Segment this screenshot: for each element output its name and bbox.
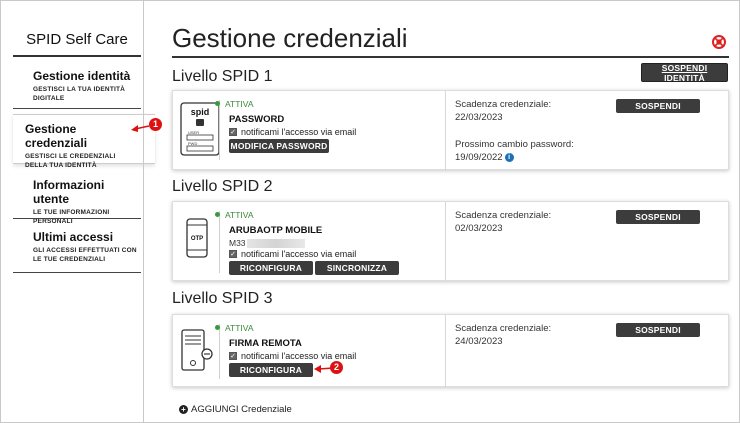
sidebar-divider: [13, 272, 141, 273]
password-change-date-row: 19/09/2022 i: [455, 151, 514, 164]
notify-checkbox-row[interactable]: ✓ notificami l'accesso via email: [229, 351, 356, 361]
sidebar-border: [143, 1, 144, 423]
status-text: ATTIVA: [225, 210, 254, 220]
level-2-title: Livello SPID 2: [172, 178, 273, 195]
checkbox-checked-icon[interactable]: ✓: [229, 352, 237, 360]
credential-id-prefix: M33: [229, 238, 246, 248]
callout-badge-2: 2: [330, 361, 343, 374]
card-divider: [445, 315, 446, 388]
sidebar-item-label: Gestione identità: [33, 69, 131, 83]
checkbox-checked-icon[interactable]: ✓: [229, 128, 237, 136]
sidebar-item-sub: GESTISCI LE CREDENZIALI DELLA TUA IDENTI…: [25, 153, 116, 169]
expiry-date: 24/03/2023: [455, 336, 503, 347]
suspend-identity-button[interactable]: SOSPENDI IDENTITÀ: [641, 63, 728, 83]
notify-label: notificami l'accesso via email: [241, 127, 357, 137]
sidebar-divider: [13, 218, 141, 219]
credential-name: ARUBAOTP MOBILE: [229, 225, 323, 236]
sidebar-item-sub: GLI ACCESSI EFFETTUATI CON LE TUE CREDEN…: [33, 247, 137, 263]
sidebar-item-gestione-credenziali[interactable]: Gestione credenziali GESTISCI LE CREDENZ…: [25, 122, 133, 170]
suspend-button[interactable]: SOSPENDI: [616, 210, 700, 224]
status-badge: ATTIVA: [215, 99, 254, 109]
info-icon[interactable]: i: [504, 152, 514, 162]
credential-id-row: M33: [229, 238, 305, 249]
sidebar-item-label: Informazioni utente: [33, 178, 105, 206]
sidebar-item-sub: LE TUE INFORMAZIONI PERSONALI: [33, 209, 110, 225]
sidebar-item-ultimi-accessi[interactable]: Ultimi accessi GLI ACCESSI EFFETTUATI CO…: [33, 230, 141, 264]
expiry-label: Scadenza credenziale:: [455, 323, 552, 334]
sidebar-top-rule: [13, 55, 141, 57]
expiry-date: 22/03/2023: [455, 112, 503, 123]
page-title: Gestione credenziali: [172, 23, 408, 53]
status-badge: ATTIVA: [215, 210, 254, 220]
level-1-title: Livello SPID 1: [172, 68, 273, 85]
plus-icon: +: [179, 405, 188, 414]
level-3-title: Livello SPID 3: [172, 290, 273, 307]
expiry-label: Scadenza credenziale:: [455, 210, 552, 221]
suspend-button[interactable]: SOSPENDI: [616, 323, 700, 337]
credential-card-otp: OTP ATTIVA ARUBAOTP MOBILE M33 ✓ notific…: [172, 201, 729, 282]
remote-signature-icon: [181, 329, 213, 371]
add-credential-label: AGGIUNGI Credenziale: [191, 404, 292, 415]
svg-text:PWD: PWD: [188, 141, 197, 146]
svg-text:spid: spid: [191, 107, 210, 117]
notify-checkbox-row[interactable]: ✓ notificami l'accesso via email: [229, 249, 356, 259]
sidebar: SPID Self Care Gestione identità GESTISC…: [13, 1, 155, 423]
suspend-button[interactable]: SOSPENDI: [616, 99, 700, 113]
title-rule: [172, 56, 729, 58]
status-text: ATTIVA: [225, 323, 254, 333]
svg-text:OTP: OTP: [191, 236, 203, 242]
app-window: SPID Self Care Gestione identità GESTISC…: [0, 0, 740, 423]
status-dot-icon: [215, 325, 220, 331]
password-change-label: Prossimo cambio password:: [455, 139, 574, 150]
spid-password-icon: spid USER PWD: [180, 102, 220, 156]
reconfigure-button[interactable]: RICONFIGURA: [229, 363, 313, 377]
sidebar-item-label: Gestione credenziali: [25, 122, 88, 150]
checkbox-checked-icon[interactable]: ✓: [229, 250, 237, 258]
add-credential-link[interactable]: + AGGIUNGI Credenziale: [179, 404, 292, 415]
expiry-date: 02/03/2023: [455, 223, 503, 234]
reconfigure-button[interactable]: RICONFIGURA: [229, 261, 313, 275]
password-change-date: 19/09/2022: [455, 152, 503, 163]
sidebar-item-gestione-identita[interactable]: Gestione identità GESTISCI LA TUA IDENTI…: [33, 69, 141, 103]
redacted-block: [246, 239, 305, 249]
callout-badge-1: 1: [149, 118, 162, 131]
status-dot-icon: [215, 212, 220, 218]
close-icon[interactable]: [712, 35, 726, 49]
synchronize-button[interactable]: SINCRONIZZA: [315, 261, 399, 275]
expiry-label: Scadenza credenziale:: [455, 99, 552, 110]
sidebar-brand: SPID Self Care: [26, 31, 128, 48]
notify-label: notificami l'accesso via email: [241, 351, 357, 361]
card-divider: [445, 202, 446, 282]
credential-name: PASSWORD: [229, 114, 285, 125]
notify-checkbox-row[interactable]: ✓ notificami l'accesso via email: [229, 127, 356, 137]
card-divider: [445, 91, 446, 171]
modify-password-button[interactable]: MODIFICA PASSWORD: [229, 139, 329, 153]
otp-phone-icon: OTP: [186, 218, 208, 258]
notify-label: notificami l'accesso via email: [241, 249, 357, 259]
status-text: ATTIVA: [225, 99, 254, 109]
credential-card-remote-signature: ATTIVA FIRMA REMOTA ✓ notificami l'acces…: [172, 314, 729, 388]
status-dot-icon: [215, 101, 220, 107]
svg-text:USER: USER: [188, 130, 199, 135]
sidebar-item-label: Ultimi accessi: [33, 230, 114, 244]
status-badge: ATTIVA: [215, 323, 254, 333]
sidebar-divider: [13, 108, 141, 109]
sidebar-item-sub: GESTISCI LA TUA IDENTITÀ DIGITALE: [33, 86, 126, 102]
card-left-rule: [219, 211, 220, 273]
credential-card-password: spid USER PWD ATTIVA PASSWORD ✓ notifica…: [172, 90, 729, 171]
credential-name: FIRMA REMOTA: [229, 338, 302, 349]
card-left-rule: [219, 100, 220, 160]
